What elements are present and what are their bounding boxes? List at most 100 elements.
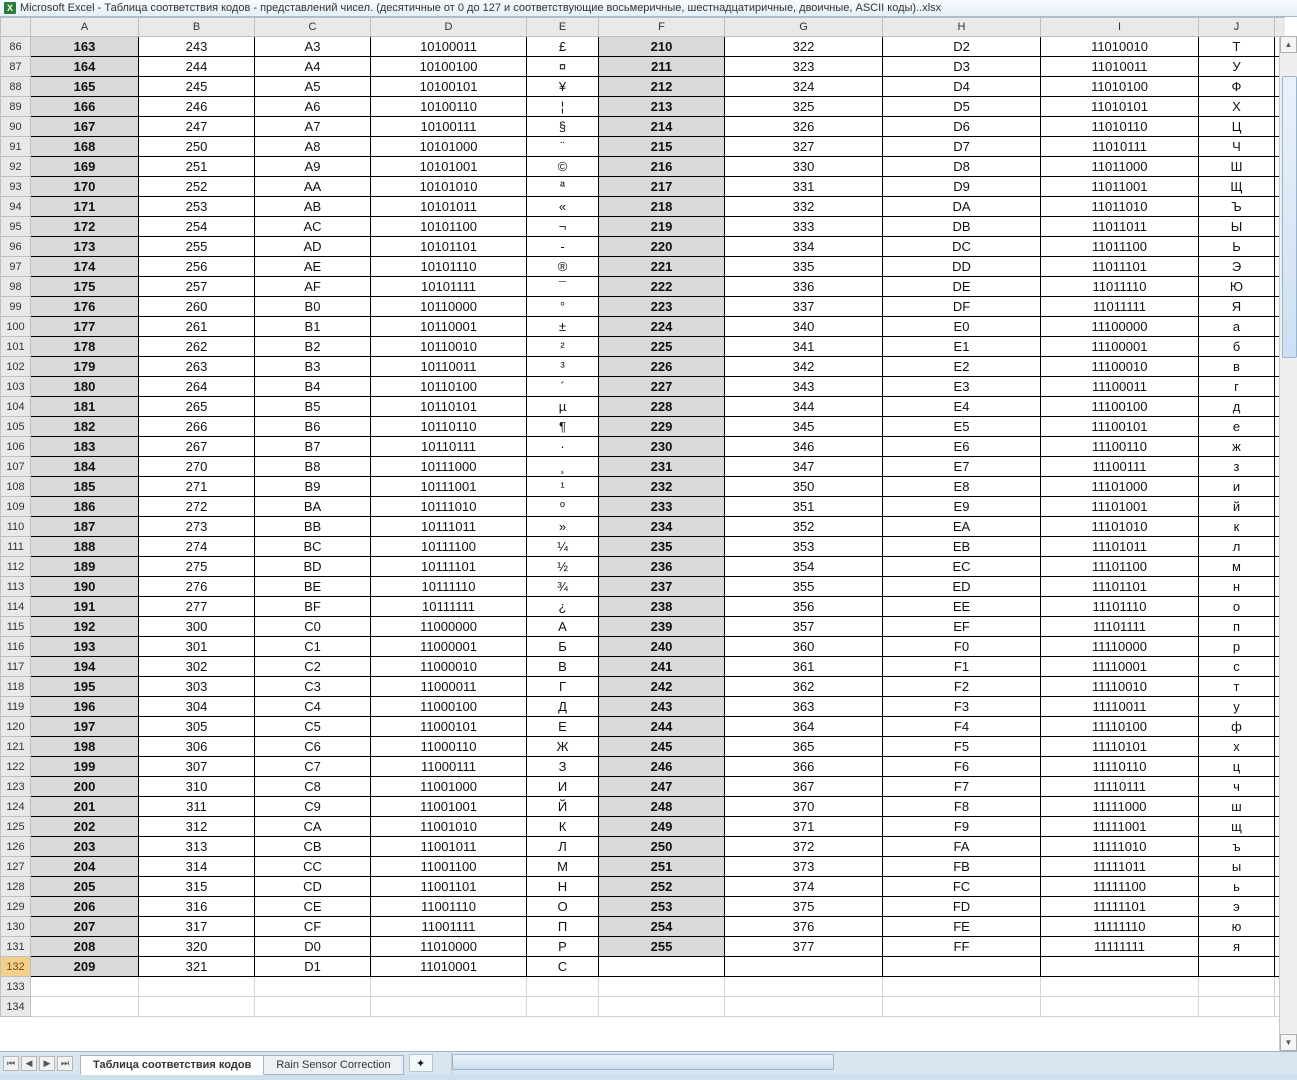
cell[interactable]: ¯	[527, 277, 599, 297]
cell[interactable]: F6	[883, 757, 1041, 777]
cell[interactable]: 237	[599, 577, 725, 597]
cell[interactable]: 11100110	[1041, 437, 1199, 457]
cell[interactable]: 10111001	[371, 477, 527, 497]
cell[interactable]: 246	[599, 757, 725, 777]
cell[interactable]: 11000000	[371, 617, 527, 637]
cell[interactable]: £	[527, 37, 599, 57]
table-row[interactable]: 87164244A410100100¤211323D311010011У	[1, 57, 1285, 77]
cell[interactable]: Щ	[1199, 177, 1275, 197]
cell[interactable]: C9	[255, 797, 371, 817]
cell[interactable]: D4	[883, 77, 1041, 97]
cell[interactable]: 192	[31, 617, 139, 637]
cell[interactable]: 199	[31, 757, 139, 777]
cell[interactable]: 302	[139, 657, 255, 677]
cell[interactable]: D5	[883, 97, 1041, 117]
col-header[interactable]: F	[599, 18, 725, 37]
row-header[interactable]: 124	[1, 797, 31, 817]
cell[interactable]: 203	[31, 837, 139, 857]
cell[interactable]: F7	[883, 777, 1041, 797]
row-header[interactable]: 87	[1, 57, 31, 77]
cell[interactable]: 252	[139, 177, 255, 197]
cell[interactable]: 364	[725, 717, 883, 737]
cell[interactable]	[883, 977, 1041, 997]
cell[interactable]	[1041, 957, 1199, 977]
cell[interactable]: CB	[255, 837, 371, 857]
cell[interactable]: 253	[599, 897, 725, 917]
cell[interactable]: ш	[1199, 797, 1275, 817]
cell[interactable]: 251	[599, 857, 725, 877]
cell[interactable]: 165	[31, 77, 139, 97]
cell[interactable]: 311	[139, 797, 255, 817]
cell[interactable]: 10101000	[371, 137, 527, 157]
col-header[interactable]: J	[1199, 18, 1275, 37]
row-header[interactable]: 111	[1, 537, 31, 557]
cell[interactable]: 210	[599, 37, 725, 57]
cell[interactable]: 217	[599, 177, 725, 197]
table-row[interactable]: 102179263B310110011³226342E211100010в	[1, 357, 1285, 377]
table-row[interactable]: 123200310C811001000И247367F711110111ч	[1, 777, 1285, 797]
row-header[interactable]: 89	[1, 97, 31, 117]
cell[interactable]: 11101001	[1041, 497, 1199, 517]
cell[interactable]	[255, 977, 371, 997]
row-header[interactable]: 108	[1, 477, 31, 497]
cell[interactable]: ¸	[527, 457, 599, 477]
cell[interactable]: 11001100	[371, 857, 527, 877]
row-header[interactable]: 96	[1, 237, 31, 257]
table-row[interactable]: 122199307C711000111З246366F611110110ц	[1, 757, 1285, 777]
cell[interactable]: 233	[599, 497, 725, 517]
cell[interactable]: 10111011	[371, 517, 527, 537]
cell[interactable]: F2	[883, 677, 1041, 697]
cell[interactable]: 354	[725, 557, 883, 577]
cell[interactable]: 224	[599, 317, 725, 337]
table-row[interactable]: 99176260B010110000°223337DF11011111Я	[1, 297, 1285, 317]
cell[interactable]: 245	[599, 737, 725, 757]
cell[interactable]: 215	[599, 137, 725, 157]
row-header[interactable]: 115	[1, 617, 31, 637]
cell[interactable]: 277	[139, 597, 255, 617]
row-header[interactable]: 129	[1, 897, 31, 917]
cell[interactable]: 247	[139, 117, 255, 137]
cell[interactable]: 191	[31, 597, 139, 617]
cell[interactable]: 256	[139, 257, 255, 277]
cell[interactable]: 10111110	[371, 577, 527, 597]
row-header[interactable]: 121	[1, 737, 31, 757]
cell[interactable]: 375	[725, 897, 883, 917]
cell[interactable]: D9	[883, 177, 1041, 197]
table-row[interactable]: 128205315CD11001101Н252374FC11111100ь	[1, 877, 1285, 897]
table-row[interactable]: 115192300C011000000А239357EF11101111п	[1, 617, 1285, 637]
table-row[interactable]: 130207317CF11001111П254376FE11111110ю	[1, 917, 1285, 937]
cell[interactable]: ч	[1199, 777, 1275, 797]
cell[interactable]: 371	[725, 817, 883, 837]
cell[interactable]: 238	[599, 597, 725, 617]
cell[interactable]: 250	[139, 137, 255, 157]
cell[interactable]: 11110011	[1041, 697, 1199, 717]
cell[interactable]: 243	[139, 37, 255, 57]
cell[interactable]: 243	[599, 697, 725, 717]
cell[interactable]: 300	[139, 617, 255, 637]
cell[interactable]: 373	[725, 857, 883, 877]
cell[interactable]: К	[527, 817, 599, 837]
cell[interactable]: 10101001	[371, 157, 527, 177]
cell[interactable]: BA	[255, 497, 371, 517]
row-header[interactable]: 130	[1, 917, 31, 937]
cell[interactable]: 374	[725, 877, 883, 897]
row-header[interactable]: 126	[1, 837, 31, 857]
table-row[interactable]: 125202312CA11001010К249371F911111001щ	[1, 817, 1285, 837]
cell[interactable]: 242	[599, 677, 725, 697]
cell[interactable]: 275	[139, 557, 255, 577]
table-row[interactable]: 90167247A710100111§214326D611010110Ц	[1, 117, 1285, 137]
cell[interactable]: 11100000	[1041, 317, 1199, 337]
cell[interactable]: П	[527, 917, 599, 937]
tab-next-icon[interactable]: ▶	[39, 1056, 55, 1071]
vertical-scrollbar[interactable]: ▲ ▼	[1279, 36, 1297, 1051]
cell[interactable]: ы	[1199, 857, 1275, 877]
cell[interactable]: 252	[599, 877, 725, 897]
table-row[interactable]: 88165245A510100101¥212324D411010100Ф	[1, 77, 1285, 97]
cell[interactable]	[527, 977, 599, 997]
cell[interactable]: 11111110	[1041, 917, 1199, 937]
cell[interactable]: ®	[527, 257, 599, 277]
cell[interactable]: с	[1199, 657, 1275, 677]
row-header[interactable]: 118	[1, 677, 31, 697]
cell[interactable]: 347	[725, 457, 883, 477]
cell[interactable]: 334	[725, 237, 883, 257]
